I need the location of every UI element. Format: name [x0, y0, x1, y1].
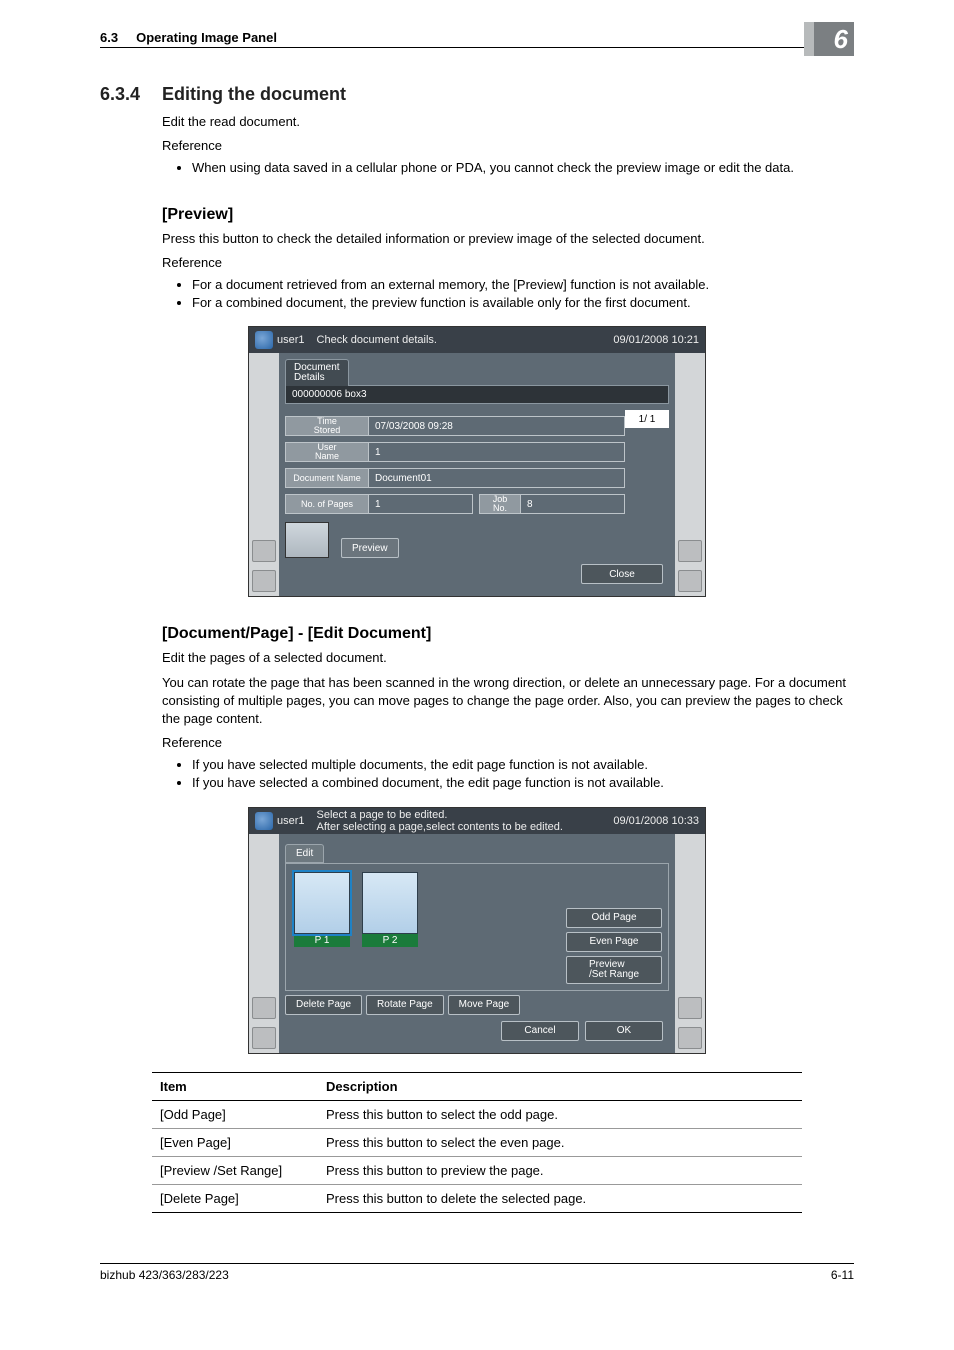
right-icon-1[interactable] [678, 540, 702, 562]
docpage-bullet-1: If you have selected multiple documents,… [192, 756, 854, 774]
section-634-num: 6.3.4 [100, 84, 162, 105]
num-pages-label: No. of Pages [285, 494, 369, 514]
document-name-value: Document01 [369, 468, 625, 488]
side-icon-1[interactable] [252, 540, 276, 562]
preview-p1: Press this button to check the detailed … [162, 230, 854, 248]
preview-button[interactable]: Preview [341, 538, 399, 558]
user-name-label: User Name [285, 442, 369, 462]
cancel-button[interactable]: Cancel [501, 1021, 579, 1041]
panel2-msg1: Select a page to be edited. [317, 809, 614, 821]
table-row: [Preview /Set Range] Press this button t… [152, 1156, 802, 1184]
table-header-desc: Description [318, 1072, 802, 1100]
table-row: [Odd Page] Press this button to select t… [152, 1100, 802, 1128]
right-icon-2[interactable] [678, 1027, 702, 1049]
thumb-1-caption: P 1 [294, 934, 350, 947]
section-634-p1: Edit the read document. [162, 113, 854, 131]
user-icon [255, 812, 273, 830]
chapter-badge: 6 [804, 22, 854, 56]
docpage-heading: [Document/Page] - [Edit Document] [162, 625, 854, 643]
table-cell-item: [Delete Page] [152, 1184, 318, 1212]
job-no-value: 8 [521, 494, 625, 514]
thumb-2-image [362, 872, 418, 934]
panel2-msg2: After selecting a page,select contents t… [317, 821, 614, 833]
table-cell-desc: Press this button to select the even pag… [318, 1128, 802, 1156]
page-indicator: 1/ 1 [625, 410, 669, 428]
table-row: [Even Page] Press this button to select … [152, 1128, 802, 1156]
table-cell-item: [Even Page] [152, 1128, 318, 1156]
num-pages-value: 1 [369, 494, 473, 514]
table-cell-desc: Press this button to preview the page. [318, 1156, 802, 1184]
header-section-num: 6.3 [100, 30, 118, 45]
document-details-panel: user1 Check document details. 09/01/2008… [248, 326, 706, 597]
preview-ref: Reference [162, 254, 854, 272]
edit-document-panel: user1 Select a page to be edited. After … [248, 807, 706, 1054]
preview-bullet-1: For a document retrieved from an externa… [192, 276, 854, 294]
table-cell-item: [Preview /Set Range] [152, 1156, 318, 1184]
panel1-message: Check document details. [317, 334, 614, 346]
user-name-value: 1 [369, 442, 625, 462]
section-634-bullet-1: When using data saved in a cellular phon… [192, 159, 854, 177]
time-stored-label: Time Stored [285, 416, 369, 436]
docpage-p1: Edit the pages of a selected document. [162, 649, 854, 667]
document-name-label: Document Name [285, 468, 369, 488]
move-page-button[interactable]: Move Page [448, 995, 521, 1015]
table-cell-desc: Press this button to select the odd page… [318, 1100, 802, 1128]
header-section-title: Operating Image Panel [136, 30, 277, 45]
panel2-user: user1 [277, 815, 305, 827]
right-icon-2[interactable] [678, 570, 702, 592]
edit-tab[interactable]: Edit [285, 844, 324, 863]
ok-button[interactable]: OK [585, 1021, 663, 1041]
document-details-tab[interactable]: Document Details [285, 359, 349, 386]
panel1-user: user1 [277, 334, 305, 346]
close-button[interactable]: Close [581, 564, 663, 584]
table-cell-item: [Odd Page] [152, 1100, 318, 1128]
odd-page-button[interactable]: Odd Page [566, 908, 662, 928]
preview-bullet-2: For a combined document, the preview fun… [192, 294, 854, 312]
description-table: Item Description [Odd Page] Press this b… [152, 1072, 802, 1213]
side-icon-1[interactable] [252, 997, 276, 1019]
page-thumb-1[interactable]: P 1 [294, 872, 350, 982]
section-634-ref: Reference [162, 137, 854, 155]
document-thumbnail [285, 522, 329, 558]
thumb-2-caption: P 2 [362, 934, 418, 947]
delete-page-button[interactable]: Delete Page [285, 995, 362, 1015]
section-634-title: Editing the document [162, 84, 346, 105]
table-header-item: Item [152, 1072, 318, 1100]
thumb-1-image [294, 872, 350, 934]
side-icon-2[interactable] [252, 570, 276, 592]
rotate-page-button[interactable]: Rotate Page [366, 995, 444, 1015]
docpage-ref: Reference [162, 734, 854, 752]
panel1-datetime: 09/01/2008 10:21 [613, 334, 699, 346]
job-no-label: Job No. [479, 494, 521, 514]
docpage-p2: You can rotate the page that has been sc… [162, 674, 854, 729]
footer-page: 6-11 [831, 1268, 854, 1282]
time-stored-value: 07/03/2008 09:28 [369, 416, 625, 436]
table-row: [Delete Page] Press this button to delet… [152, 1184, 802, 1212]
preview-heading: [Preview] [162, 206, 854, 224]
footer-model: bizhub 423/363/283/223 [100, 1268, 229, 1282]
even-page-button[interactable]: Even Page [566, 932, 662, 952]
preview-set-range-button[interactable]: Preview /Set Range [566, 956, 662, 984]
panel1-title-bar: 000000006 box3 [285, 385, 669, 404]
user-icon [255, 331, 273, 349]
docpage-bullet-2: If you have selected a combined document… [192, 774, 854, 792]
page-thumb-2[interactable]: P 2 [362, 872, 418, 982]
table-cell-desc: Press this button to delete the selected… [318, 1184, 802, 1212]
side-icon-2[interactable] [252, 1027, 276, 1049]
panel2-datetime: 09/01/2008 10:33 [613, 815, 699, 827]
right-icon-1[interactable] [678, 997, 702, 1019]
